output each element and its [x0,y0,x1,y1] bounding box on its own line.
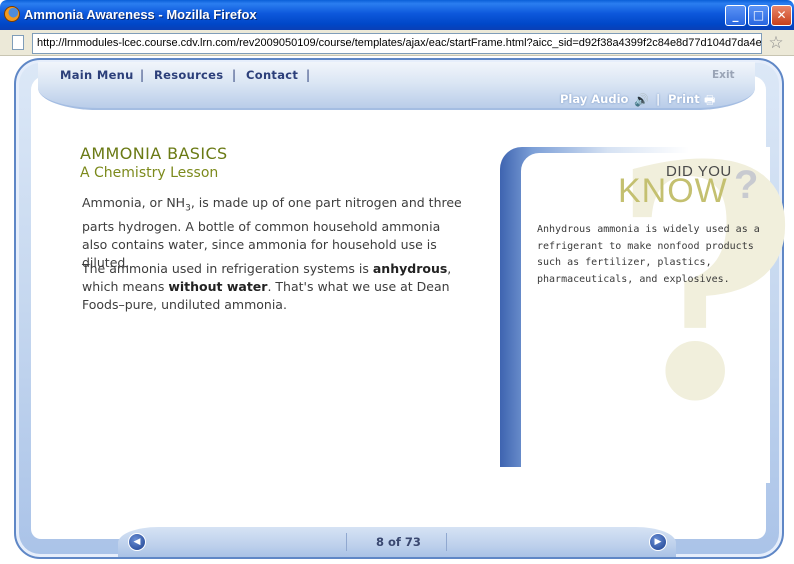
address-bar: http://lrnmodules-lcec.course.cdv.lrn.co… [0,30,794,56]
print-button[interactable]: Print [668,92,700,106]
exit-button[interactable]: Exit [712,69,735,81]
page-indicator: 8 of 73 [376,535,421,549]
did-you-know-heading-bottom: KNOW [618,172,728,210]
next-page-button[interactable]: ▶ [649,533,667,551]
body-paragraph-2: The ammonia used in refrigeration system… [82,261,452,312]
question-mark-icon: ? [734,163,759,207]
speaker-icon[interactable]: 🔊 [634,93,649,107]
utility-bar: Play Audio 🔊 | Print 🖶 [548,92,738,110]
previous-page-button[interactable]: ◀ [128,533,146,551]
window-titlebar: Ammonia Awareness - Mozilla Firefox _ □ … [0,0,794,30]
nav-separator: | [306,68,311,82]
nav-main-menu[interactable]: Main Menu [60,68,134,82]
maximize-button[interactable]: □ [748,5,769,26]
nav-separator: | [232,68,237,82]
nav-resources[interactable]: Resources [154,68,223,82]
bookmark-star-icon[interactable]: ☆ [766,33,786,53]
url-input[interactable]: http://lrnmodules-lcec.course.cdv.lrn.co… [32,33,762,54]
page-icon [12,35,24,50]
close-button[interactable]: ✕ [771,5,792,26]
window-title: Ammonia Awareness - Mozilla Firefox [24,7,257,22]
footer-divider [346,533,347,551]
printer-icon[interactable]: 🖶 [704,93,715,107]
separator: | [656,92,661,106]
did-you-know-text: Anhydrous ammonia is widely used as a re… [537,224,760,285]
nav-separator: | [140,68,145,82]
firefox-icon [4,6,20,22]
footer-divider [446,533,447,551]
minimize-button[interactable]: _ [725,5,746,26]
lesson-subtitle: A Chemistry Lesson [80,165,219,181]
nav-contact[interactable]: Contact [246,68,298,82]
lesson-title: AMMONIA BASICS [80,144,228,163]
play-audio-button[interactable]: Play Audio [560,92,628,106]
